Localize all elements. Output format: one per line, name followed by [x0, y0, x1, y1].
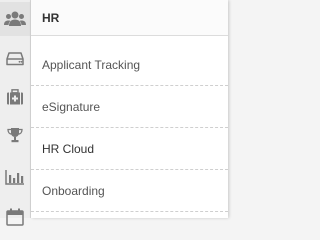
medical-kit-icon: [6, 89, 24, 105]
bar-chart-icon: [5, 169, 25, 185]
sidebar-item-hr[interactable]: [0, 2, 30, 36]
menu-item-applicant-tracking[interactable]: Applicant Tracking: [31, 44, 228, 86]
menu-item-onboarding[interactable]: Onboarding: [31, 170, 228, 212]
trophy-icon: [6, 127, 24, 143]
menu-item-esignature[interactable]: eSignature: [31, 86, 228, 128]
sidebar-item-inbox[interactable]: [0, 42, 30, 76]
sidebar-item-medical[interactable]: [0, 80, 30, 114]
sidebar-item-calendar[interactable]: [0, 200, 30, 234]
sidebar-item-reports[interactable]: [0, 160, 30, 194]
icon-sidebar: [0, 0, 31, 226]
menu-item-hr-cloud[interactable]: HR Cloud: [31, 128, 228, 170]
flyout-title: HR: [31, 0, 228, 36]
sidebar-item-awards[interactable]: [0, 118, 30, 152]
hr-flyout-menu: HR Applicant Tracking eSignature HR Clou…: [31, 0, 228, 218]
users-icon: [4, 10, 26, 28]
calendar-icon: [6, 208, 24, 226]
inbox-tray-icon: [6, 52, 24, 66]
